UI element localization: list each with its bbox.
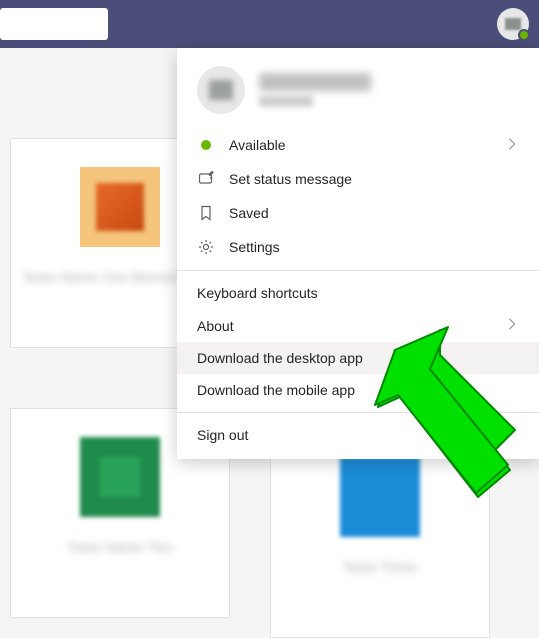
menu-separator	[177, 270, 539, 271]
menu-item-about[interactable]: About	[177, 309, 539, 342]
team-card[interactable]: Team Three	[270, 428, 490, 638]
menu-label: Sign out	[197, 427, 519, 443]
profile-email	[259, 95, 349, 107]
gear-icon	[197, 238, 215, 256]
search-input[interactable]	[0, 8, 108, 40]
menu-item-sign-out[interactable]: Sign out	[177, 419, 539, 459]
menu-item-settings[interactable]: Settings	[177, 230, 539, 264]
chevron-right-icon	[505, 137, 519, 154]
team-thumbnail	[80, 167, 160, 247]
team-thumbnail	[80, 437, 160, 517]
menu-item-download-mobile[interactable]: Download the mobile app	[177, 374, 539, 406]
menu-label: Download the desktop app	[197, 350, 519, 366]
profile-dropdown-menu: Available Set status message Saved Setti…	[177, 48, 539, 459]
menu-item-keyboard-shortcuts[interactable]: Keyboard shortcuts	[177, 277, 539, 309]
team-thumbnail	[340, 457, 420, 537]
menu-label: Keyboard shortcuts	[197, 285, 519, 301]
menu-label: Download the mobile app	[197, 382, 519, 398]
menu-label: Saved	[229, 205, 519, 221]
team-title: Team Three	[343, 557, 417, 578]
menu-label: Set status message	[229, 171, 519, 187]
menu-item-saved[interactable]: Saved	[177, 196, 539, 230]
menu-label: Available	[229, 137, 491, 153]
profile-avatar-button[interactable]	[497, 8, 529, 40]
menu-separator	[177, 412, 539, 413]
bookmark-icon	[197, 204, 215, 222]
menu-item-download-desktop[interactable]: Download the desktop app	[177, 342, 539, 374]
edit-status-icon	[197, 170, 215, 188]
profile-header	[177, 48, 539, 128]
presence-available-icon	[197, 136, 215, 154]
menu-label: Settings	[229, 239, 519, 255]
menu-item-availability[interactable]: Available	[177, 128, 539, 162]
team-title: Team Name Two	[68, 537, 173, 558]
chevron-right-icon	[505, 317, 519, 334]
profile-display-name	[259, 73, 419, 91]
profile-avatar-large	[197, 66, 245, 114]
menu-item-set-status[interactable]: Set status message	[177, 162, 539, 196]
presence-available-icon	[518, 29, 530, 41]
menu-label: About	[197, 318, 491, 334]
top-bar	[0, 0, 539, 48]
